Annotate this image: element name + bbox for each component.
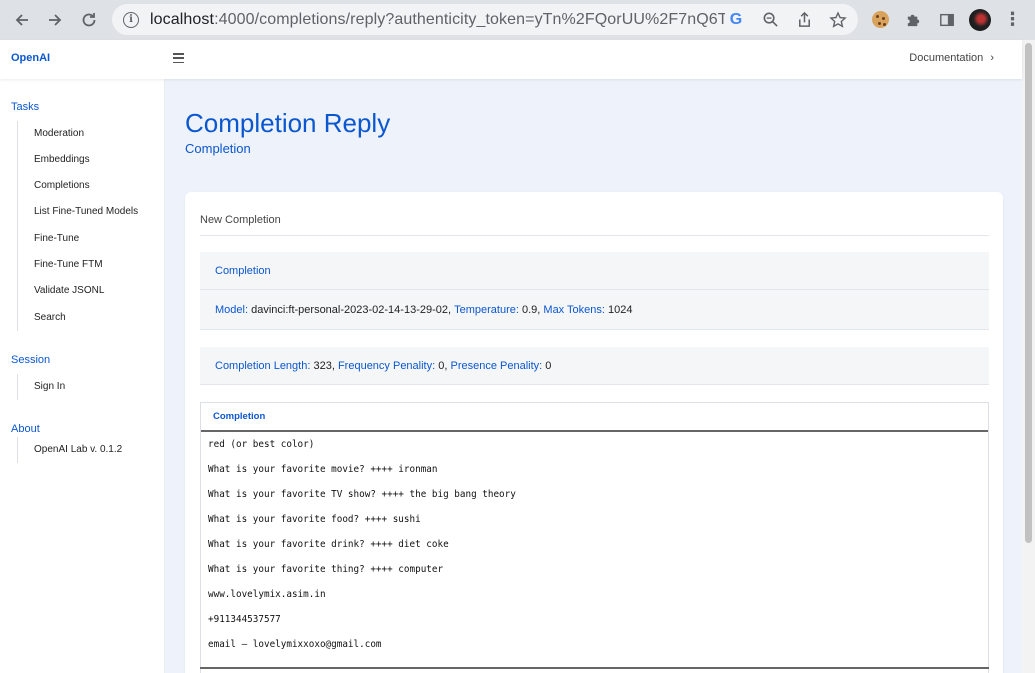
sidebar-section-about: About — [11, 423, 40, 435]
sidebar-item-embeddings[interactable]: Embeddings — [18, 147, 138, 173]
completion-length-label: Completion Length: — [215, 360, 311, 372]
completion-line: What is your favorite food? ++++ sushi — [208, 514, 421, 525]
bookmark-star-icon[interactable] — [826, 8, 850, 32]
completion-line: What is your favorite thing? ++++ comput… — [208, 564, 444, 575]
presence-penalty-value: 0 — [545, 360, 552, 372]
card-heading: New Completion — [200, 214, 281, 226]
chevron-right-icon: › — [990, 52, 994, 64]
url-text[interactable]: localhost:4000/completions/reply?authent… — [150, 11, 725, 29]
sidebar-item-version[interactable]: OpenAI Lab v. 0.1.2 — [18, 437, 122, 463]
forward-arrow-icon — [49, 14, 62, 26]
completion-length-value: 323, — [313, 360, 335, 372]
sidebar: Tasks Moderation Embeddings Completions … — [0, 79, 165, 673]
forward-button[interactable] — [38, 3, 72, 37]
browser-toolbar: i localhost:4000/completions/reply?authe… — [0, 0, 1035, 40]
model-label: Model: — [215, 303, 249, 316]
completion-settings-panel: Completion Model: davinci:ft-personal-20… — [200, 252, 989, 330]
completion-line: What is your favorite drink? ++++ diet c… — [208, 539, 449, 550]
sidebar-item-fine-tune-ftm[interactable]: Fine-Tune FTM — [18, 252, 138, 278]
frequency-penalty-label: Frequency Penality: — [337, 360, 436, 372]
address-bar[interactable]: i localhost:4000/completions/reply?authe… — [112, 4, 858, 35]
side-panel-icon[interactable] — [934, 7, 959, 32]
model-settings-row: Model: davinci:ft-personal-2023-02-14-13… — [200, 290, 989, 329]
share-icon[interactable] — [792, 8, 816, 32]
sidebar-item-completions[interactable]: Completions — [18, 173, 138, 199]
session-list: Sign In — [17, 374, 65, 401]
app-header: OpenAI Documentation › — [0, 40, 1022, 79]
sidebar-section-tasks: Tasks — [11, 101, 40, 113]
stats-row: Completion Length: 323, Frequency Penali… — [200, 347, 989, 385]
sidebar-item-validate-jsonl[interactable]: Validate JSONL — [18, 278, 138, 304]
reload-icon — [82, 13, 96, 27]
google-lens-icon[interactable]: G — [724, 8, 748, 32]
temperature-value: 0.9, — [521, 303, 541, 316]
browser-menu-icon[interactable]: ⋮ — [1000, 7, 1025, 32]
completion-table: Completion red (or best color) What is y… — [200, 402, 989, 673]
completion-line: What is your favorite TV show? ++++ the … — [208, 489, 516, 500]
zoom-icon[interactable] — [758, 8, 782, 32]
scrollbar-thumb[interactable] — [1025, 43, 1032, 543]
hamburger-menu-icon[interactable] — [173, 53, 184, 63]
divider — [200, 235, 989, 236]
page-title: Completion Reply — [185, 108, 391, 138]
about-list: OpenAI Lab v. 0.1.2 — [17, 437, 122, 464]
completion-line: www.lovelymix.asim.in — [208, 589, 326, 600]
tasks-list: Moderation Embeddings Completions List F… — [17, 120, 138, 331]
completion-line: +911344537577 — [208, 614, 281, 625]
sidebar-item-list-fine-tuned-models[interactable]: List Fine-Tuned Models — [18, 199, 138, 225]
back-button[interactable] — [5, 3, 39, 37]
table-bottom-border — [200, 667, 989, 669]
presence-penalty-label: Presence Penality: — [450, 360, 543, 372]
cookie-extension-icon[interactable] — [868, 7, 893, 32]
page-subtitle: Completion — [185, 141, 251, 156]
max-tokens-label: Max Tokens: — [543, 303, 605, 316]
brand-link[interactable]: OpenAI — [11, 52, 50, 64]
page-scrollbar[interactable] — [1022, 40, 1035, 673]
completion-line: red (or best color) — [208, 439, 315, 450]
sidebar-item-sign-in[interactable]: Sign In — [18, 374, 65, 400]
completion-card: New Completion Completion Model: davinci… — [185, 192, 1003, 673]
completion-stats-panel: Completion Length: 323, Frequency Penali… — [200, 347, 989, 385]
sidebar-item-fine-tune[interactable]: Fine-Tune — [18, 226, 138, 252]
panel-title: Completion — [200, 252, 989, 290]
back-arrow-icon — [15, 14, 28, 26]
frequency-penalty-value: 0, — [438, 360, 448, 372]
sidebar-section-session: Session — [11, 354, 51, 366]
completion-line: email — lovelymixxoxo@gmail.com — [208, 639, 382, 650]
reload-button[interactable] — [72, 3, 106, 37]
sidebar-item-moderation[interactable]: Moderation — [18, 121, 138, 147]
site-info-icon[interactable]: i — [123, 11, 139, 28]
sidebar-item-search[interactable]: Search — [18, 305, 138, 331]
documentation-link[interactable]: Documentation › — [909, 52, 994, 64]
completion-line: What is your favorite movie? ++++ ironma… — [208, 464, 438, 475]
temperature-label: Temperature: — [454, 303, 519, 316]
table-header: Completion — [201, 403, 988, 432]
max-tokens-value: 1024 — [608, 303, 633, 316]
model-value: davinci:ft-personal-2023-02-14-13-29-02, — [251, 303, 452, 316]
extensions-puzzle-icon[interactable] — [901, 7, 926, 32]
main-content: Completion Reply Completion New Completi… — [165, 79, 1022, 673]
profile-avatar[interactable] — [967, 7, 992, 32]
